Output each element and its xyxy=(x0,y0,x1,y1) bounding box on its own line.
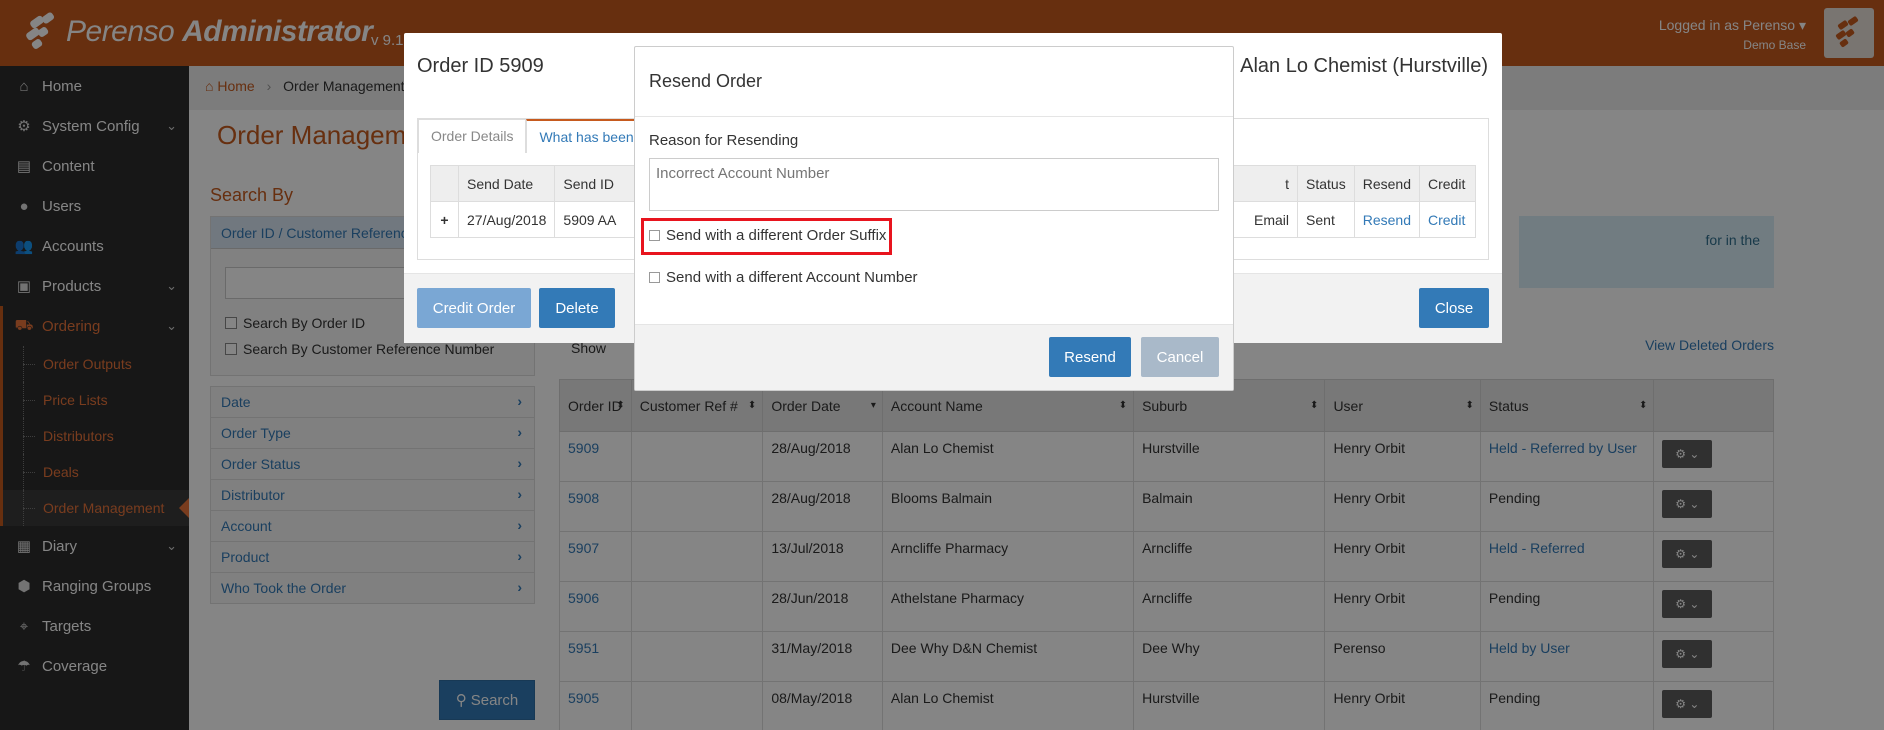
delete-button[interactable]: Delete xyxy=(539,288,615,328)
order-modal-title: Order ID 5909 xyxy=(417,55,544,77)
resend-button[interactable]: Resend xyxy=(1049,337,1131,377)
column-header: Send ID xyxy=(554,165,636,202)
checkbox-label: Send with a different Account Number xyxy=(666,269,918,286)
send-id: 5909 AA xyxy=(554,201,636,238)
different-account-number-checkbox[interactable]: Send with a different Account Number xyxy=(649,269,918,286)
column-header: Resend xyxy=(1353,165,1421,202)
credit-order-button[interactable]: Credit Order xyxy=(417,288,531,328)
reason-label: Reason for Resending xyxy=(649,132,799,149)
resend-modal-footer: Resend Cancel xyxy=(635,324,1233,390)
order-modal-customer: Alan Lo Chemist (Hurstville) xyxy=(1240,55,1488,77)
credit-link[interactable]: Credit xyxy=(1428,212,1465,228)
send-status: Sent xyxy=(1297,201,1355,238)
column-header: Send Date xyxy=(457,165,556,202)
checkbox-icon[interactable] xyxy=(649,272,660,283)
resend-modal-title: Resend Order xyxy=(649,71,763,91)
close-button[interactable]: Close xyxy=(1419,288,1489,328)
resend-link[interactable]: Resend xyxy=(1363,212,1411,228)
tab-order-details[interactable]: Order Details xyxy=(418,119,527,153)
cancel-button[interactable]: Cancel xyxy=(1141,337,1219,377)
send-date: 27/Aug/2018 xyxy=(457,201,556,238)
reason-textarea[interactable] xyxy=(649,158,1219,211)
expand-row-icon[interactable]: + xyxy=(430,201,459,238)
column-header: Credit xyxy=(1419,165,1476,202)
divider xyxy=(635,116,1233,117)
resend-order-modal: Resend Order Reason for Resending Send w… xyxy=(634,46,1234,391)
column-header xyxy=(430,165,459,202)
highlight-box xyxy=(641,218,892,255)
column-header: Status xyxy=(1297,165,1355,202)
